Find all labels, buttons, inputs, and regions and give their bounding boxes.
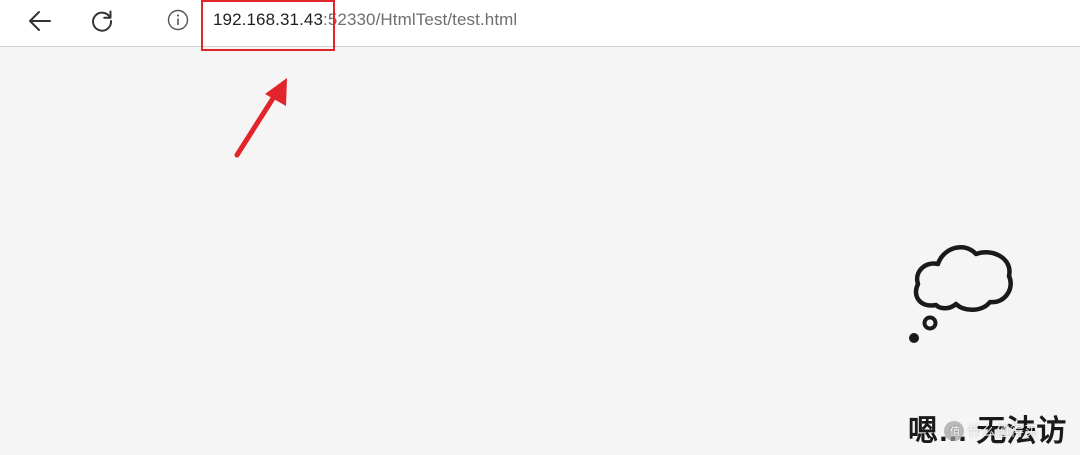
refresh-icon bbox=[92, 10, 113, 32]
browser-toolbar: 192.168.31.43:52330/HtmlTest/test.html bbox=[0, 0, 1080, 47]
refresh-button[interactable] bbox=[84, 3, 120, 39]
watermark-text: 什么值得买 bbox=[968, 423, 1038, 439]
back-arrow-icon bbox=[29, 11, 51, 31]
url-path: :52330/HtmlTest/test.html bbox=[323, 10, 518, 29]
info-circle-icon[interactable] bbox=[167, 9, 189, 31]
thought-bubble-icon bbox=[909, 244, 1013, 343]
annotation-highlight-box bbox=[201, 0, 335, 51]
watermark: 值 什么值得买 bbox=[944, 418, 1038, 444]
watermark-logo-icon: 值 bbox=[944, 421, 964, 441]
annotation-arrow-icon bbox=[234, 78, 287, 158]
back-button[interactable] bbox=[22, 3, 58, 39]
svg-text:值: 值 bbox=[950, 425, 960, 437]
